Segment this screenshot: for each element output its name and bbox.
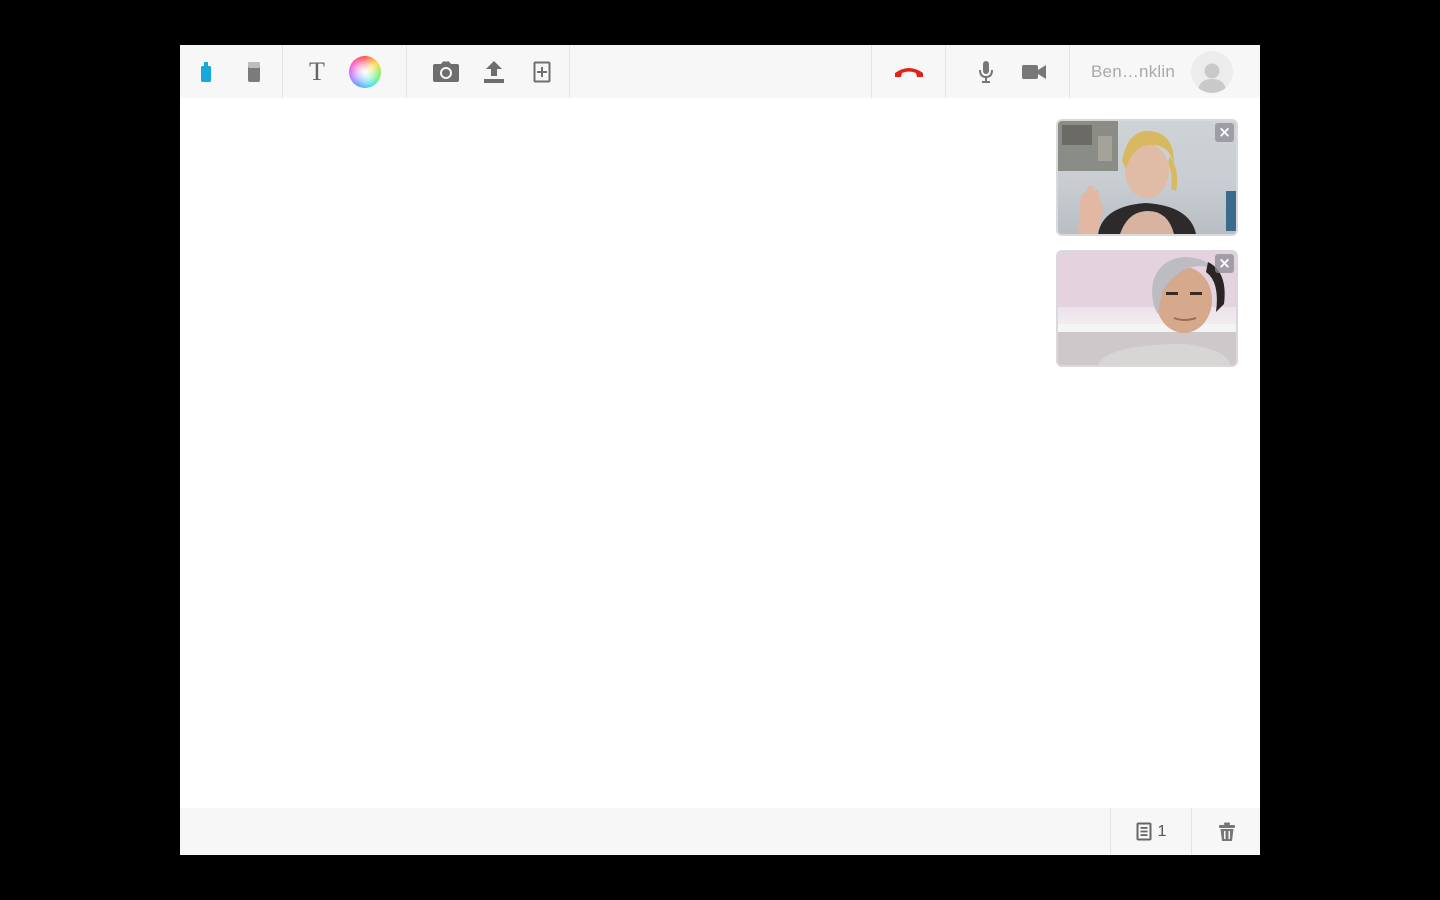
page-count: 1 <box>1157 822 1167 840</box>
participant-video-2[interactable]: × <box>1056 250 1238 367</box>
media-group <box>407 45 570 98</box>
upload-button[interactable] <box>470 45 518 98</box>
avatar-icon <box>1198 63 1226 93</box>
drawing-tools-group <box>180 45 283 98</box>
whiteboard-app: T Ben…nklin × × 1 <box>180 45 1260 855</box>
close-video-2-button[interactable]: × <box>1215 254 1234 273</box>
user-name[interactable]: Ben…nklin <box>1091 62 1191 82</box>
hang-up-button[interactable] <box>885 45 933 98</box>
trash-button[interactable] <box>1204 808 1250 855</box>
call-group <box>871 45 946 98</box>
audio-video-group <box>946 45 1070 98</box>
color-wheel-icon <box>349 55 381 88</box>
color-picker-button[interactable] <box>341 45 389 98</box>
eraser-icon <box>248 61 260 82</box>
bottom-toolbar: 1 <box>180 808 1260 855</box>
microphone-button[interactable] <box>962 45 1010 98</box>
camera-icon <box>433 61 459 82</box>
text-icon: T <box>309 56 325 86</box>
participant-video-1-feed <box>1058 121 1236 234</box>
text-color-group: T <box>283 45 407 98</box>
trash-icon <box>1219 822 1235 841</box>
add-page-icon <box>533 61 551 82</box>
participant-video-2-feed <box>1058 252 1236 365</box>
avatar[interactable] <box>1191 50 1233 93</box>
user-group: Ben…nklin <box>1070 45 1260 98</box>
eraser-tool-button[interactable] <box>230 45 278 98</box>
video-camera-icon <box>1022 64 1046 79</box>
video-toggle-button[interactable] <box>1010 45 1058 98</box>
pages-button[interactable]: 1 <box>1110 808 1192 855</box>
pen-tool-button[interactable] <box>182 45 230 98</box>
camera-button[interactable] <box>422 45 470 98</box>
participant-video-1[interactable]: × <box>1056 119 1238 236</box>
hang-up-icon <box>894 67 923 77</box>
top-toolbar: T Ben…nklin <box>180 45 1260 98</box>
pages-icon <box>1136 822 1152 841</box>
pen-icon <box>201 61 211 82</box>
text-tool-button[interactable]: T <box>293 45 341 98</box>
microphone-icon <box>979 60 993 83</box>
close-video-1-button[interactable]: × <box>1215 123 1234 142</box>
upload-icon <box>484 60 504 83</box>
add-page-button[interactable] <box>518 45 566 98</box>
